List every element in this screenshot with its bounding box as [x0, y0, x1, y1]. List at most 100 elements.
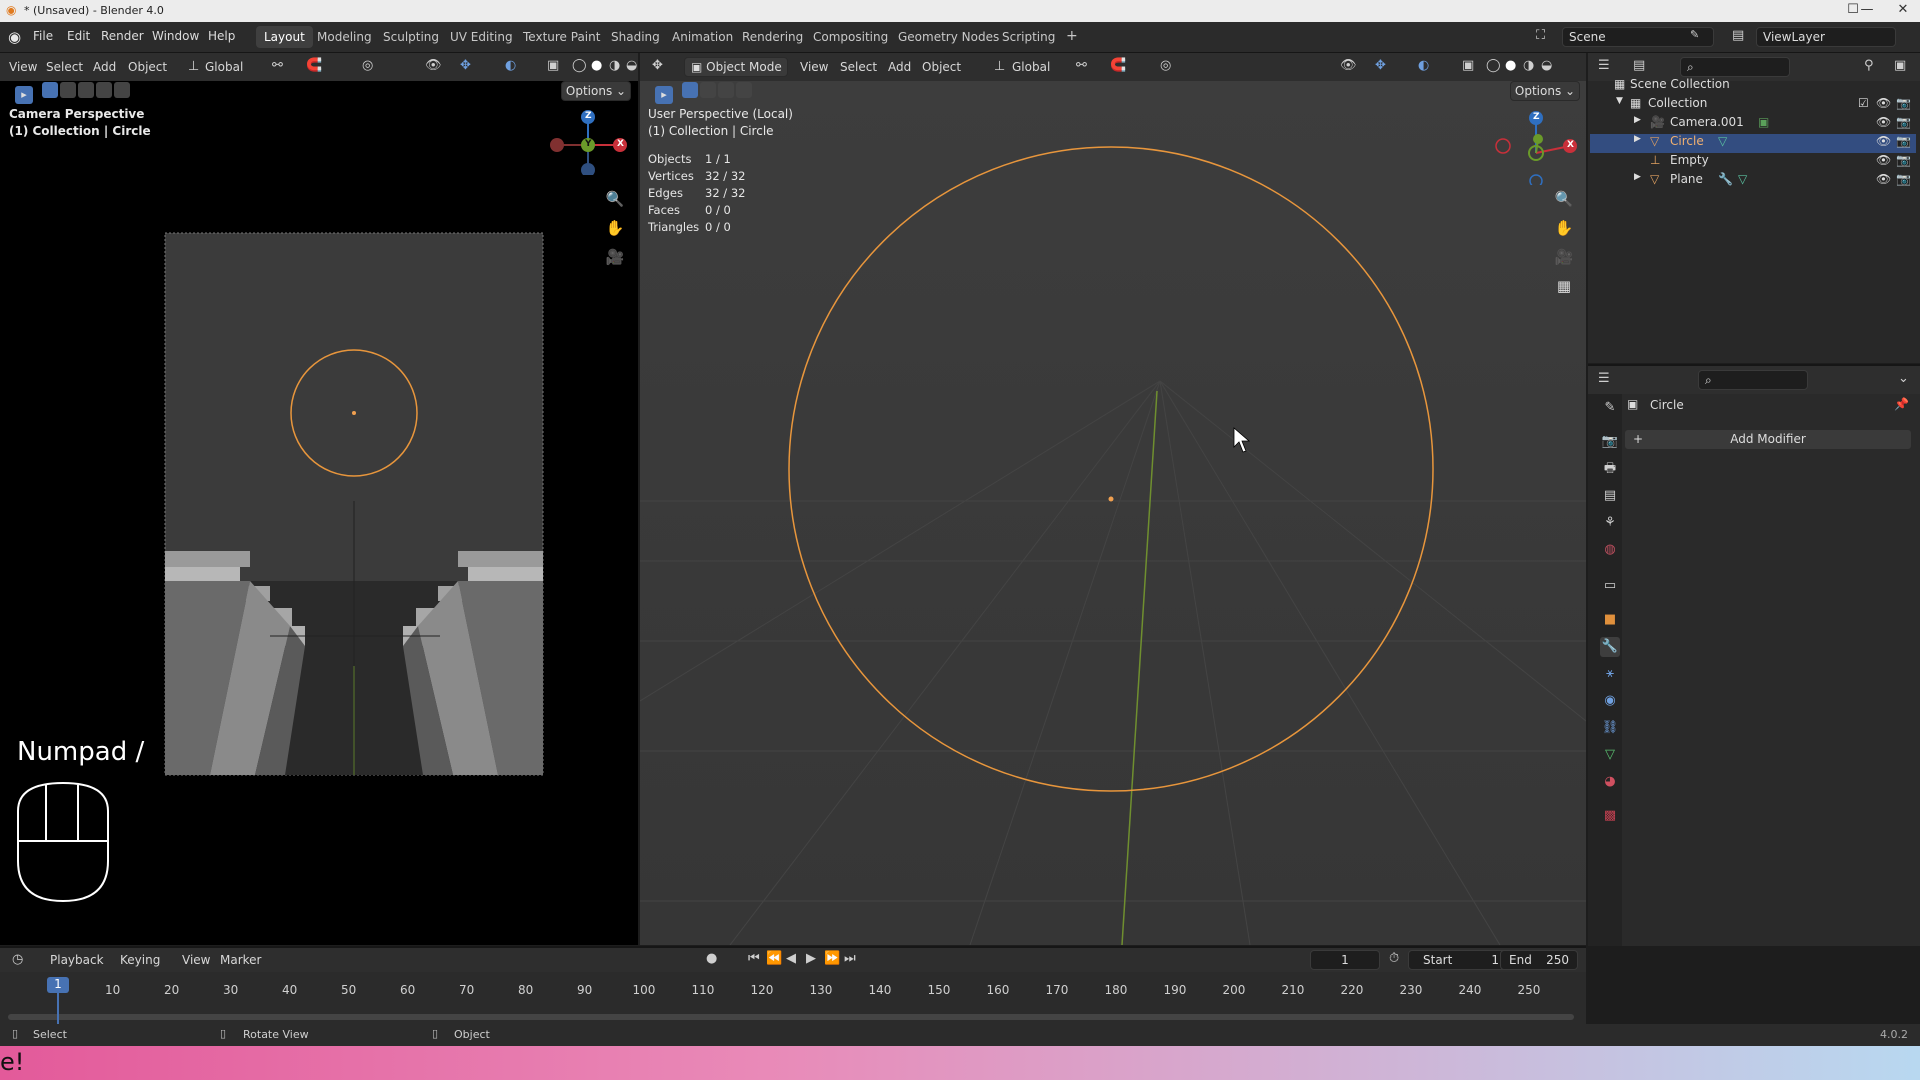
main-pan-hand-icon[interactable]: ✋: [1550, 214, 1578, 242]
texture-tab-icon[interactable]: ▩: [1600, 806, 1620, 826]
proportional-edit-icon[interactable]: ◎: [362, 58, 373, 73]
collection-eye-icon[interactable]: 👁: [1876, 96, 1891, 110]
view-layer-icon[interactable]: ▤: [1732, 28, 1744, 43]
tab-modeling[interactable]: Modeling: [309, 26, 380, 48]
mode-dropdown[interactable]: ▣ Object Mode ⌄: [684, 57, 788, 92]
pan-hand-icon[interactable]: ✋: [601, 214, 629, 242]
tool-tab-icon[interactable]: ✎: [1600, 398, 1620, 418]
properties-search-input[interactable]: ⌕: [1698, 370, 1808, 390]
main-orientation[interactable]: Global: [1012, 60, 1050, 74]
close-button[interactable]: ✕: [1888, 2, 1918, 17]
main-menu-object[interactable]: Object: [922, 60, 961, 74]
outliner-collection[interactable]: ▼ ▦ Collection ☑ 👁 📷: [1590, 96, 1916, 115]
new-collection-icon[interactable]: ▣: [1894, 58, 1906, 73]
world-tab-icon[interactable]: ◍: [1600, 540, 1620, 560]
plane-expand-icon[interactable]: ▶: [1634, 172, 1641, 182]
outliner-filter-icon[interactable]: ⚲: [1864, 58, 1874, 73]
outliner-scene-collection[interactable]: ▦ Scene Collection: [1590, 77, 1916, 96]
camera-view-icon[interactable]: 🎥: [601, 243, 629, 271]
material-shading-icon[interactable]: ◑: [609, 58, 620, 73]
properties-editor-icon[interactable]: ☰: [1598, 371, 1610, 386]
properties-pin-icon[interactable]: 📌: [1894, 397, 1909, 411]
jump-end-icon[interactable]: ⏭: [844, 951, 856, 966]
collection-camera-icon[interactable]: 📷: [1896, 96, 1911, 110]
tab-shading[interactable]: Shading: [603, 26, 668, 48]
gizmo-toggle-icon[interactable]: ✥: [460, 58, 471, 73]
zoom-icon[interactable]: 🔍: [601, 185, 629, 213]
record-icon[interactable]: ●: [706, 951, 717, 966]
collection-checkbox-icon[interactable]: ☑: [1858, 96, 1869, 110]
tab-texture-paint[interactable]: Texture Paint: [515, 26, 608, 48]
main-menu-view[interactable]: View: [800, 60, 828, 74]
main-wireframe-icon[interactable]: ◯: [1486, 58, 1501, 73]
main-camera-icon[interactable]: 🎥: [1550, 243, 1578, 271]
circle-render-icon[interactable]: 📷: [1896, 134, 1911, 148]
left-viewport[interactable]: ▸ Options ⌄ Camera Perspective (1) Colle…: [0, 81, 638, 945]
view-layer-field[interactable]: ViewLayer: [1756, 27, 1896, 47]
menu-edit[interactable]: Edit: [67, 29, 90, 43]
scene-tab-icon[interactable]: ⚘: [1600, 513, 1620, 533]
timeline-menu-keying[interactable]: Keying: [120, 953, 160, 967]
prev-keyframe-icon[interactable]: ⏪: [766, 951, 782, 966]
main-render-icon[interactable]: ◒: [1541, 58, 1552, 73]
camera-expand-icon[interactable]: ▶: [1634, 115, 1641, 125]
view-layer-tab-icon[interactable]: ▤: [1600, 486, 1620, 506]
camera-eye-icon[interactable]: 👁: [1876, 115, 1891, 129]
scene-icon[interactable]: ⛶: [1536, 28, 1545, 43]
circle-expand-icon[interactable]: ▶: [1634, 134, 1641, 144]
start-frame-field[interactable]: Start 1: [1408, 950, 1508, 970]
empty-eye-icon[interactable]: 👁: [1876, 153, 1891, 167]
outliner-item-circle[interactable]: ▶ ▽ Circle ▽ 👁 📷: [1590, 134, 1916, 153]
main-zoom-icon[interactable]: 🔍: [1550, 185, 1578, 213]
main-gizmo-toggle-icon[interactable]: ✥: [1375, 58, 1386, 73]
wireframe-shading-icon[interactable]: ◯: [572, 58, 587, 73]
main-viewport[interactable]: ▸ Options ⌄ User Perspective (Local) (1)…: [640, 81, 1586, 945]
pivot-icon[interactable]: ⚯: [272, 58, 283, 73]
left-menu-add[interactable]: Add: [93, 60, 116, 74]
editor-type-icon[interactable]: ✥: [652, 58, 663, 73]
play-reverse-icon[interactable]: ◀: [786, 951, 796, 966]
jump-start-icon[interactable]: ⏮: [748, 951, 760, 966]
empty-render-icon[interactable]: 📷: [1896, 153, 1911, 167]
outliner-display-mode-icon[interactable]: ▤: [1633, 58, 1645, 73]
constraints-tab-icon[interactable]: ⛓: [1600, 718, 1620, 738]
render-shading-icon[interactable]: ◒: [626, 58, 637, 73]
modifier-tab-icon[interactable]: 🔧: [1600, 637, 1620, 657]
particles-tab-icon[interactable]: ⚹: [1600, 664, 1620, 684]
left-menu-object[interactable]: Object: [128, 60, 167, 74]
main-select-tool-icon[interactable]: ▸: [655, 86, 673, 104]
left-menu-view[interactable]: View: [9, 60, 37, 74]
data-tab-icon[interactable]: ▽: [1600, 745, 1620, 765]
timeline-menu-playback[interactable]: Playback: [50, 953, 104, 967]
main-options-button[interactable]: Options ⌄: [1510, 81, 1580, 101]
main-menu-select[interactable]: Select: [840, 60, 877, 74]
maximize-button[interactable]: ☐: [1838, 2, 1868, 17]
plane-render-icon[interactable]: 📷: [1896, 172, 1911, 186]
left-menu-select[interactable]: Select: [46, 60, 83, 74]
add-modifier-button[interactable]: + Add Modifier: [1624, 429, 1912, 450]
tab-rendering[interactable]: Rendering: [734, 26, 811, 48]
outliner-item-empty[interactable]: ⊥ Empty 👁 📷: [1590, 153, 1916, 172]
tab-uv-editing[interactable]: UV Editing: [442, 26, 521, 48]
tab-geometry-nodes[interactable]: Geometry Nodes: [890, 26, 1007, 48]
main-select-subtract-icon[interactable]: [718, 82, 734, 98]
physics-tab-icon[interactable]: ◉: [1600, 691, 1620, 711]
main-select-invert-icon[interactable]: [736, 82, 752, 98]
properties-options-icon[interactable]: ⌄: [1898, 371, 1909, 386]
object-tab-icon[interactable]: ■: [1600, 610, 1620, 630]
overlay-toggle-icon[interactable]: ◐: [505, 58, 516, 73]
collection-tab-icon[interactable]: ▭: [1600, 576, 1620, 596]
visibility-icon[interactable]: 👁: [425, 58, 442, 73]
main-xray-icon[interactable]: ▣: [1462, 58, 1474, 73]
outliner-item-camera[interactable]: ▶ 🎥 Camera.001 ▣ 👁 📷: [1590, 115, 1916, 134]
menu-window[interactable]: Window: [152, 29, 199, 43]
main-pivot-icon[interactable]: ⚯: [1076, 58, 1087, 73]
xray-icon[interactable]: ▣: [547, 58, 559, 73]
menu-help[interactable]: Help: [208, 29, 235, 43]
plane-eye-icon[interactable]: 👁: [1876, 172, 1891, 186]
main-snap-icon[interactable]: 🧲: [1110, 58, 1126, 73]
current-frame-field[interactable]: 1: [1310, 950, 1380, 970]
blender-menu-icon[interactable]: ◉: [8, 28, 21, 46]
main-visibility-icon[interactable]: 👁: [1340, 58, 1357, 73]
outliner-item-plane[interactable]: ▶ ▽ Plane 🔧 ▽ 👁 📷: [1590, 172, 1916, 191]
